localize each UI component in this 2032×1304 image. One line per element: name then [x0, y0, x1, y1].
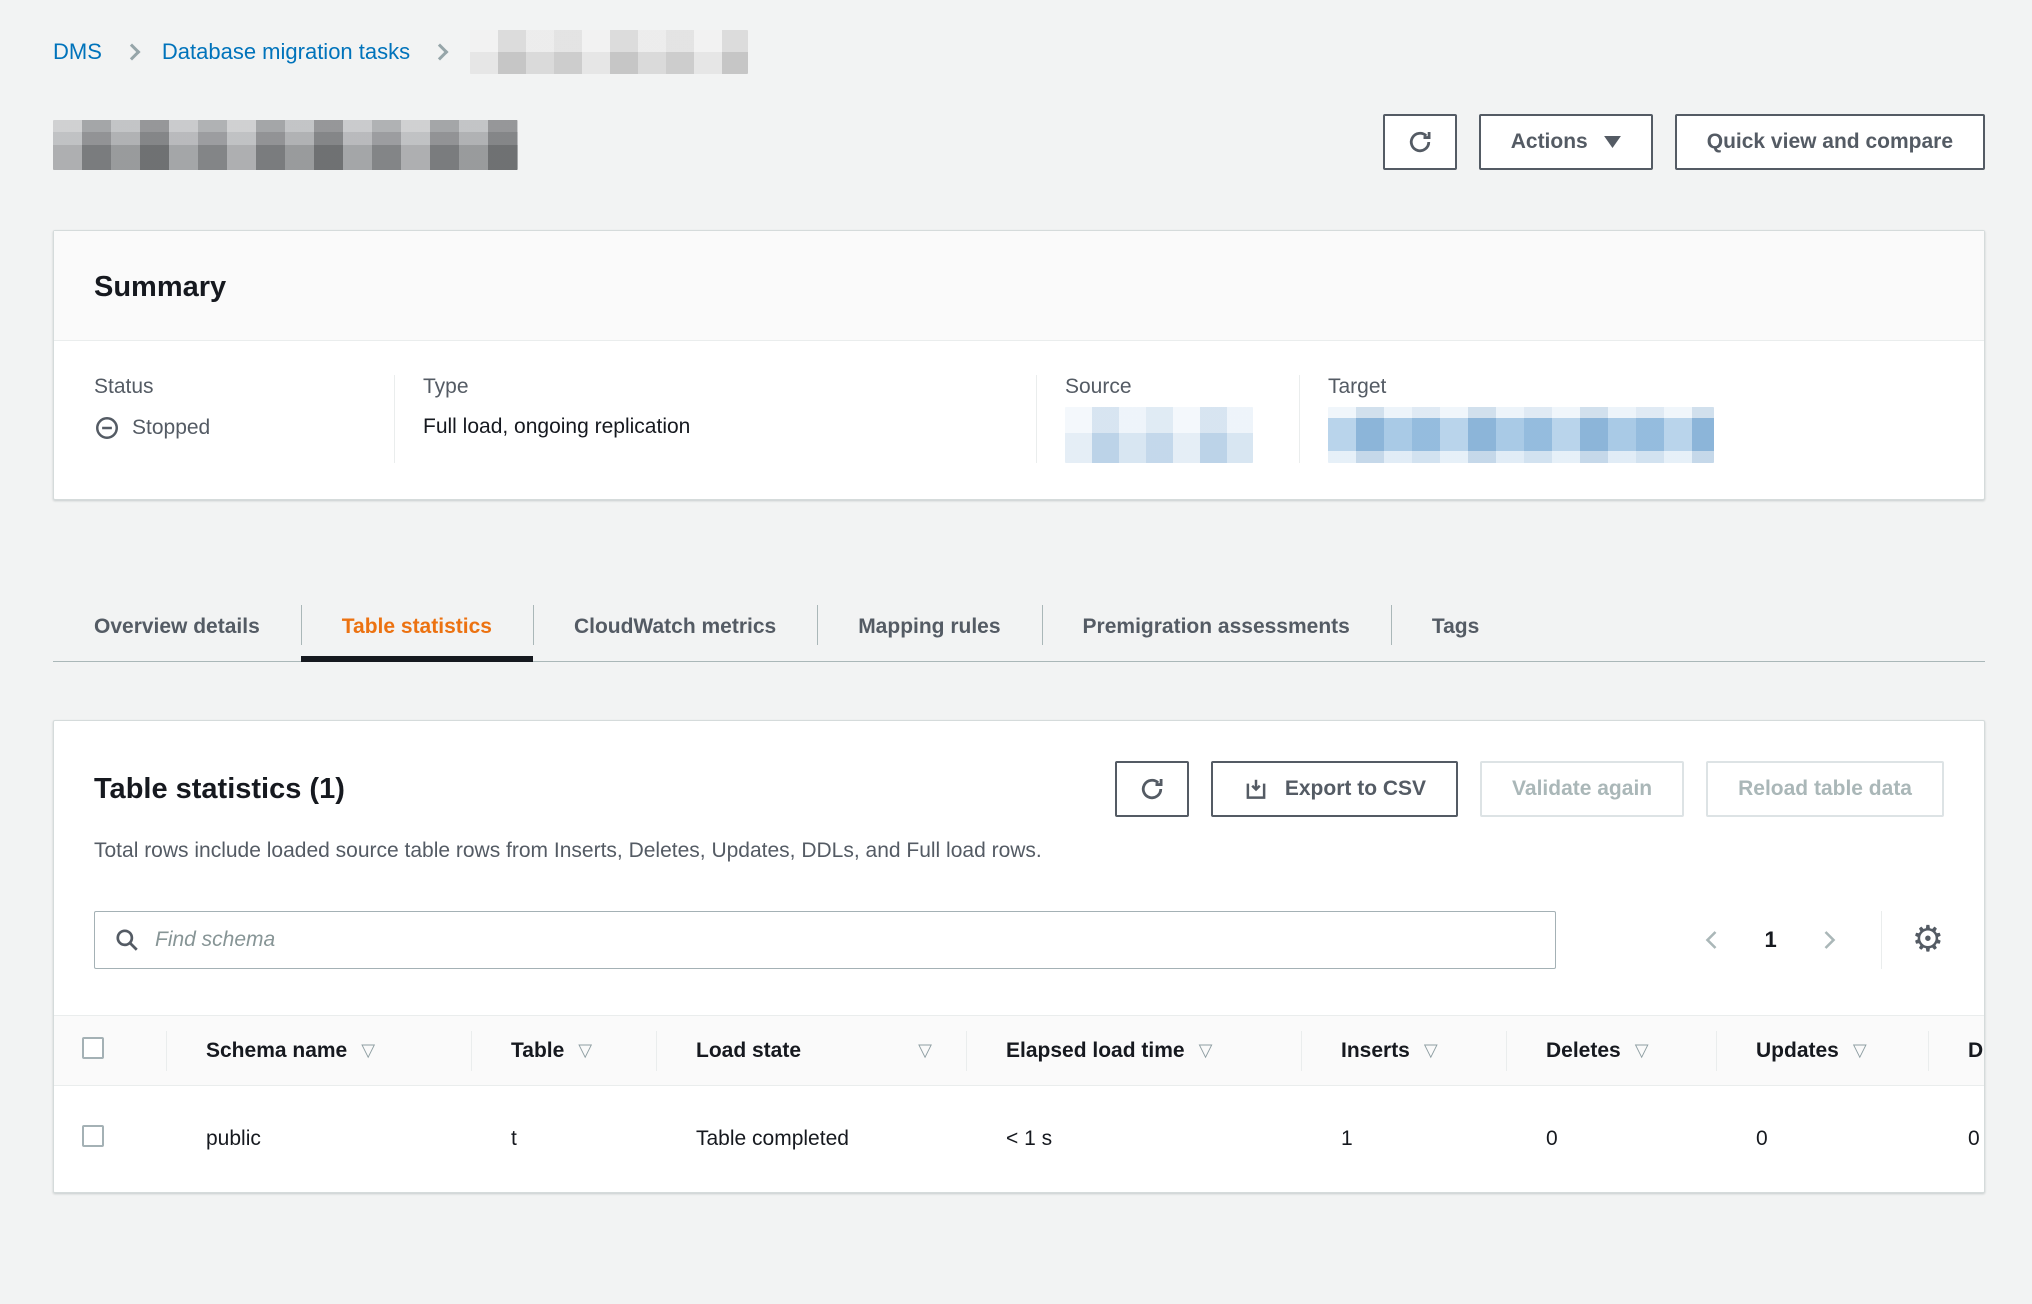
table-statistics-card: Table statistics (1) [53, 720, 1985, 1193]
current-page-number[interactable]: 1 [1764, 927, 1776, 953]
refresh-icon [1406, 128, 1434, 156]
breadcrumb-link-dms[interactable]: DMS [53, 39, 102, 65]
column-header-schema-name[interactable]: Schema name▽ [166, 1016, 471, 1086]
summary-field-target: Target [1299, 375, 1984, 463]
chevron-right-icon [123, 44, 140, 61]
breadcrumb-link-tasks[interactable]: Database migration tasks [162, 39, 410, 65]
chevron-right-icon [1817, 928, 1841, 952]
column-header-ddls-clipped[interactable]: D [1928, 1016, 1984, 1086]
breadcrumb-current-redacted [470, 30, 748, 74]
source-value-redacted[interactable] [1065, 407, 1253, 463]
column-header-updates[interactable]: Updates▽ [1716, 1016, 1928, 1086]
summary-field-source: Source [1036, 375, 1299, 463]
cell-deletes: 0 [1506, 1086, 1716, 1192]
export-csv-label: Export to CSV [1285, 777, 1426, 801]
quick-view-compare-button[interactable]: Quick view and compare [1675, 114, 1985, 170]
status-label: Status [94, 375, 370, 399]
table-refresh-button[interactable] [1115, 761, 1189, 817]
schema-search [94, 911, 1556, 969]
tab-tags[interactable]: Tags [1391, 592, 1520, 661]
tab-mapping-rules[interactable]: Mapping rules [817, 592, 1041, 661]
table-statistics-title: Table statistics (1) [94, 773, 345, 806]
pagination: 1 ⚙ [1694, 911, 1944, 969]
reload-table-data-label: Reload table data [1738, 777, 1912, 801]
cell-updates: 0 [1716, 1086, 1928, 1192]
status-value: Stopped [132, 416, 210, 440]
table-statistics-table: Schema name▽ Table▽ Load state▽ Elapsed … [54, 1015, 1984, 1192]
column-header-table[interactable]: Table▽ [471, 1016, 656, 1086]
tab-overview-details[interactable]: Overview details [53, 592, 301, 661]
target-value-redacted[interactable] [1328, 407, 1714, 463]
quick-view-compare-label: Quick view and compare [1707, 130, 1953, 154]
cell-schema-name: public [166, 1086, 471, 1192]
task-detail-tabs: Overview details Table statistics CloudW… [53, 592, 1985, 662]
validate-again-button: Validate again [1480, 761, 1684, 817]
column-header-inserts[interactable]: Inserts▽ [1301, 1016, 1506, 1086]
tab-cloudwatch-metrics[interactable]: CloudWatch metrics [533, 592, 817, 661]
sort-caret-icon: ▽ [1853, 1042, 1867, 1060]
target-label: Target [1328, 375, 1960, 399]
type-value: Full load, ongoing replication [423, 415, 1012, 439]
cell-ddls: 0 [1928, 1086, 1984, 1192]
caret-down-icon [1604, 136, 1621, 148]
cell-inserts: 1 [1301, 1086, 1506, 1192]
table-statistics-description: Total rows include loaded source table r… [54, 839, 1984, 863]
previous-page-button[interactable] [1694, 922, 1730, 958]
column-header-elapsed-load-time[interactable]: Elapsed load time▽ [966, 1016, 1301, 1086]
status-stopped-icon [94, 415, 120, 441]
next-page-button[interactable] [1811, 922, 1847, 958]
type-label: Type [423, 375, 1012, 399]
reload-table-data-button: Reload table data [1706, 761, 1944, 817]
sort-caret-icon: ▽ [1635, 1042, 1649, 1060]
row-checkbox[interactable] [82, 1125, 104, 1147]
tab-table-statistics[interactable]: Table statistics [301, 592, 533, 661]
actions-button[interactable]: Actions [1479, 114, 1653, 170]
cell-elapsed-load-time: < 1 s [966, 1086, 1301, 1192]
sort-caret-icon: ▽ [1199, 1042, 1213, 1060]
source-label: Source [1065, 375, 1275, 399]
export-csv-button[interactable]: Export to CSV [1211, 761, 1458, 817]
summary-field-status: Status Stopped [54, 375, 394, 463]
select-all-checkbox[interactable] [82, 1037, 104, 1059]
chevron-right-icon [432, 44, 449, 61]
download-icon [1243, 776, 1269, 802]
chevron-left-icon [1700, 928, 1724, 952]
summary-title: Summary [94, 271, 1944, 304]
breadcrumb: DMS Database migration tasks [53, 30, 1985, 74]
gear-icon[interactable]: ⚙ [1912, 922, 1944, 958]
sort-caret-icon: ▽ [578, 1042, 592, 1060]
refresh-icon [1138, 775, 1166, 803]
actions-button-label: Actions [1511, 130, 1588, 154]
page-header: Actions Quick view and compare [53, 114, 1985, 170]
table-header-row: Schema name▽ Table▽ Load state▽ Elapsed … [54, 1016, 1984, 1086]
refresh-button[interactable] [1383, 114, 1457, 170]
cell-load-state: Table completed [656, 1086, 966, 1192]
summary-field-type: Type Full load, ongoing replication [394, 375, 1036, 463]
sort-caret-icon: ▽ [361, 1042, 375, 1060]
summary-card: Summary Status Stopped Type Full load, o… [53, 230, 1985, 500]
validate-again-label: Validate again [1512, 777, 1652, 801]
tab-premigration-assessments[interactable]: Premigration assessments [1042, 592, 1391, 661]
column-header-deletes[interactable]: Deletes▽ [1506, 1016, 1716, 1086]
cell-table: t [471, 1086, 656, 1192]
search-icon [114, 927, 140, 958]
find-schema-input[interactable] [94, 911, 1556, 969]
column-header-load-state[interactable]: Load state▽ [656, 1016, 966, 1086]
sort-caret-icon: ▽ [1424, 1042, 1438, 1060]
sort-caret-icon: ▽ [918, 1042, 932, 1060]
table-row: public t Table completed < 1 s 1 0 0 0 [54, 1086, 1984, 1192]
page-title-redacted [53, 120, 518, 170]
divider [1881, 911, 1882, 969]
